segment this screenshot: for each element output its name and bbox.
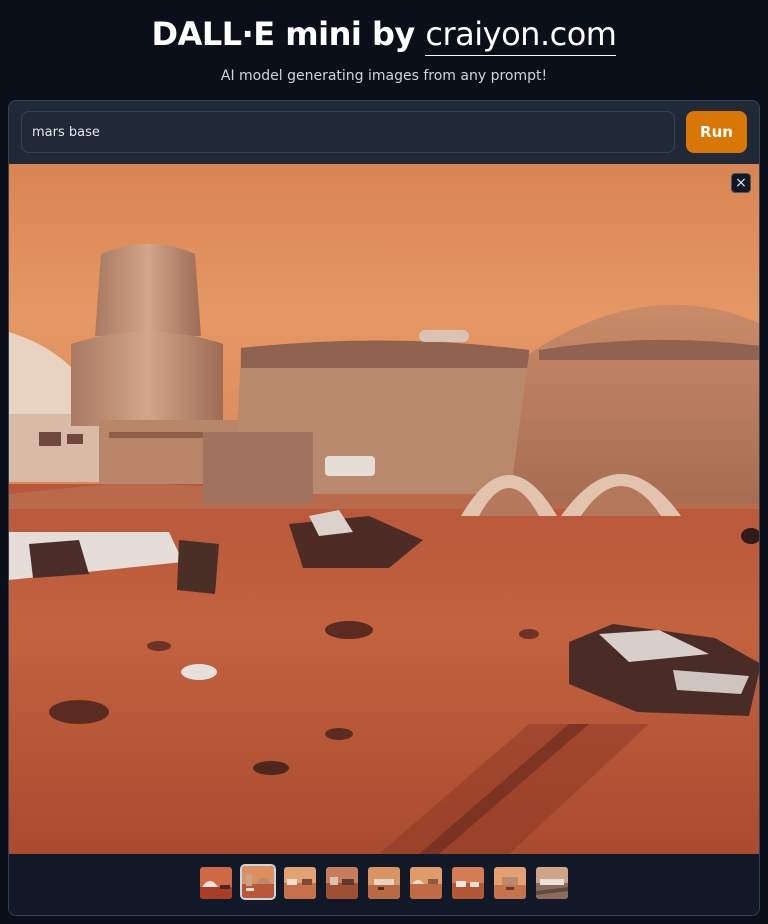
thumbnail-6[interactable]: [410, 867, 442, 899]
generated-image: [9, 164, 759, 854]
app-title-prefix: DALL·E mini by: [151, 15, 426, 53]
close-icon[interactable]: ×: [731, 173, 751, 193]
prompt-input[interactable]: [21, 111, 675, 153]
run-button[interactable]: Run: [686, 111, 747, 153]
brand-link[interactable]: craiyon.com: [425, 15, 617, 56]
thumbnail-2[interactable]: [240, 864, 276, 900]
app-title: DALL·E mini by craiyon.com: [0, 14, 768, 56]
generator-panel: Run: [8, 100, 760, 916]
app-subtitle: AI model generating images from any prom…: [220, 68, 548, 84]
thumbnail-9[interactable]: [536, 867, 568, 899]
thumbnail-4[interactable]: [326, 867, 358, 899]
thumbnail-8[interactable]: [494, 867, 526, 899]
thumbnail-7[interactable]: [452, 867, 484, 899]
thumbnail-5[interactable]: [368, 867, 400, 899]
thumbnail-strip: [9, 854, 759, 915]
thumbnail-3[interactable]: [284, 867, 316, 899]
app-header: DALL·E mini by craiyon.com AI model gene…: [0, 0, 768, 100]
thumbnail-1[interactable]: [200, 867, 232, 899]
generated-image-view: ×: [9, 164, 759, 854]
